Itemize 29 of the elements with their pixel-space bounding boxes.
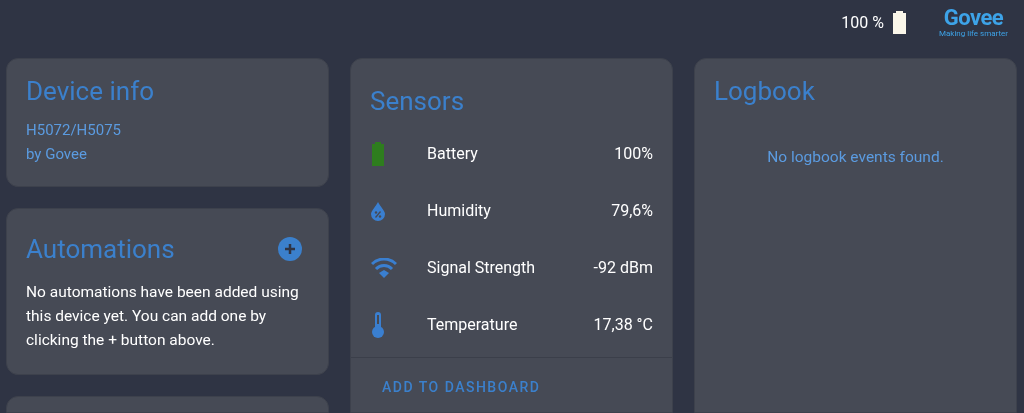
sensor-row[interactable]: Signal Strength -92 dBm — [351, 239, 672, 297]
sensor-row[interactable]: Battery 100% — [351, 125, 672, 183]
water-drop-percent-icon — [371, 201, 385, 221]
card-title: Logbook — [713, 75, 816, 108]
add-button[interactable] — [278, 237, 302, 262]
device-manufacturer: by Govee — [26, 143, 88, 165]
battery-icon — [892, 11, 907, 34]
sensor-name: Signal Strength — [427, 257, 537, 279]
battery-percentage: 100 % — [841, 11, 884, 34]
device-model: H5072/H5075 — [26, 119, 123, 141]
logbook-empty-message: No logbook events found. — [766, 146, 945, 168]
sensor-value: 79,6% — [611, 200, 653, 222]
automations-message: No automations have been added using this device yet. You can add one by clicking the + button above. — [26, 281, 300, 351]
sensor-value: 100% — [614, 143, 653, 165]
wifi-icon — [371, 257, 397, 279]
sensor-name: Humidity — [427, 200, 492, 222]
card-title: Device info — [26, 75, 155, 108]
card-title: Sensors — [369, 85, 466, 118]
sensor-row[interactable]: Humidity 79,6% — [351, 182, 672, 240]
sensor-name: Battery — [427, 143, 479, 165]
sensor-value: 17,38 °C — [593, 314, 653, 336]
sensor-row[interactable]: Temperature 17,38 °C — [351, 296, 672, 354]
sensor-name: Temperature — [427, 314, 519, 336]
thermometer-icon — [371, 312, 385, 338]
logo: Govee Making life smarter — [939, 7, 1008, 38]
sensor-value: -92 dBm — [593, 257, 653, 279]
plus-icon — [284, 243, 296, 256]
battery-icon — [371, 142, 385, 166]
card-title: Automations — [26, 233, 175, 266]
